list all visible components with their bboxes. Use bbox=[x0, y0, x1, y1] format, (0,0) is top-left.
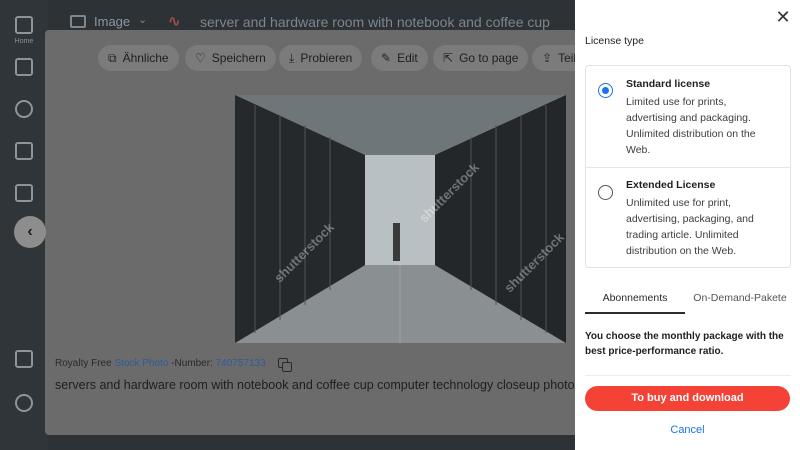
edit-button-label: Edit bbox=[397, 51, 418, 65]
save-button[interactable]: ♡ Speichern bbox=[185, 45, 276, 71]
image-number: 740757133 bbox=[215, 358, 266, 369]
heart-icon: ♡ bbox=[195, 51, 206, 65]
image-description: servers and hardware room with notebook … bbox=[55, 378, 575, 392]
previous-image-button[interactable]: ‹ bbox=[14, 216, 46, 248]
radio-extended[interactable] bbox=[598, 185, 613, 200]
sidebar-item-brush[interactable] bbox=[0, 100, 48, 118]
download-icon: ⤓ bbox=[289, 50, 295, 65]
save-button-label: Speichern bbox=[211, 51, 266, 65]
external-link-icon: ⇱ bbox=[443, 51, 454, 65]
image-type-icon bbox=[70, 15, 86, 28]
license-option-extended[interactable]: Extended License Unlimited use for print… bbox=[586, 168, 790, 267]
try-button-label: Probieren bbox=[300, 51, 353, 65]
license-panel: ✕ License type Standard license Limited … bbox=[575, 0, 800, 450]
chevron-down-icon[interactable]: ⌄ bbox=[138, 13, 147, 26]
share-button-label: Teil bbox=[558, 51, 577, 65]
similar-button[interactable]: ⧉ Ähnliche bbox=[98, 45, 179, 71]
share-icon: ⇪ bbox=[542, 51, 553, 65]
menu-icon bbox=[15, 350, 33, 368]
stock-photo-link[interactable]: Stock Photo bbox=[114, 358, 168, 369]
cancel-link[interactable]: Cancel bbox=[585, 424, 790, 436]
edit-button[interactable]: ✎ Edit bbox=[371, 45, 428, 71]
home-icon bbox=[15, 16, 33, 34]
preview-image: shutterstock shutterstock shutterstock bbox=[235, 95, 566, 343]
package-tabs: Abonnements On-Demand-Pakete bbox=[585, 288, 791, 314]
edit-icon: ✎ bbox=[381, 51, 392, 65]
search-input[interactable]: server and hardware room with notebook a… bbox=[200, 14, 550, 30]
tab-subscriptions[interactable]: Abonnements bbox=[585, 288, 685, 314]
license-description: Unlimited use for print, advertising, pa… bbox=[626, 197, 754, 257]
chevron-left-icon: ‹ bbox=[27, 223, 33, 240]
bag-icon bbox=[15, 58, 33, 76]
royalty-free-label: Royalty Free bbox=[55, 358, 115, 369]
box-icon bbox=[15, 184, 33, 202]
sidebar-item-box[interactable] bbox=[0, 184, 48, 202]
image-detail-modal: ⧉ Ähnliche ♡ Speichern ⤓ Probieren ✎ Edi… bbox=[45, 30, 585, 435]
go-to-page-button[interactable]: ⇱ Go to page bbox=[433, 45, 529, 71]
similar-button-label: Ähnliche bbox=[122, 51, 169, 65]
panel-title: License type bbox=[585, 35, 644, 47]
similar-icon: ⧉ bbox=[108, 50, 117, 65]
number-label: -Number: bbox=[168, 358, 216, 369]
sidebar-item-grid[interactable] bbox=[0, 142, 48, 160]
sidebar-item-help[interactable] bbox=[0, 394, 48, 412]
license-option-standard[interactable]: Standard license Limited use for prints,… bbox=[586, 66, 790, 167]
package-description: You choose the monthly package with the … bbox=[585, 331, 784, 357]
sidebar-item-bag[interactable] bbox=[0, 58, 48, 76]
license-description: Limited use for prints, advertising and … bbox=[626, 96, 756, 156]
buy-and-download-button[interactable]: To buy and download bbox=[585, 386, 790, 411]
close-icon[interactable]: ✕ bbox=[775, 8, 791, 26]
brush-icon bbox=[15, 100, 33, 118]
sidebar-item-label: Home bbox=[14, 38, 34, 45]
license-options: Standard license Limited use for prints,… bbox=[585, 65, 791, 268]
brand-logo-icon: ∿ bbox=[168, 13, 181, 30]
help-icon bbox=[15, 394, 33, 412]
copy-icon[interactable] bbox=[278, 358, 293, 373]
server-room-photo bbox=[235, 95, 566, 343]
go-to-page-button-label: Go to page bbox=[459, 51, 519, 65]
panel-divider bbox=[585, 375, 791, 376]
license-name: Standard license bbox=[626, 78, 711, 90]
radio-standard[interactable] bbox=[598, 83, 613, 98]
image-meta: Royalty Free Stock Photo -Number: 740757… bbox=[55, 358, 293, 373]
license-name: Extended License bbox=[626, 179, 716, 191]
try-button[interactable]: ⤓ Probieren bbox=[279, 45, 363, 71]
grid-icon bbox=[15, 142, 33, 160]
search-type-select[interactable]: Image bbox=[94, 14, 130, 29]
sidebar-item-menu[interactable] bbox=[0, 350, 48, 368]
sidebar-item-home[interactable]: Home bbox=[0, 16, 48, 45]
tab-on-demand-packages[interactable]: On-Demand-Pakete bbox=[691, 288, 789, 314]
